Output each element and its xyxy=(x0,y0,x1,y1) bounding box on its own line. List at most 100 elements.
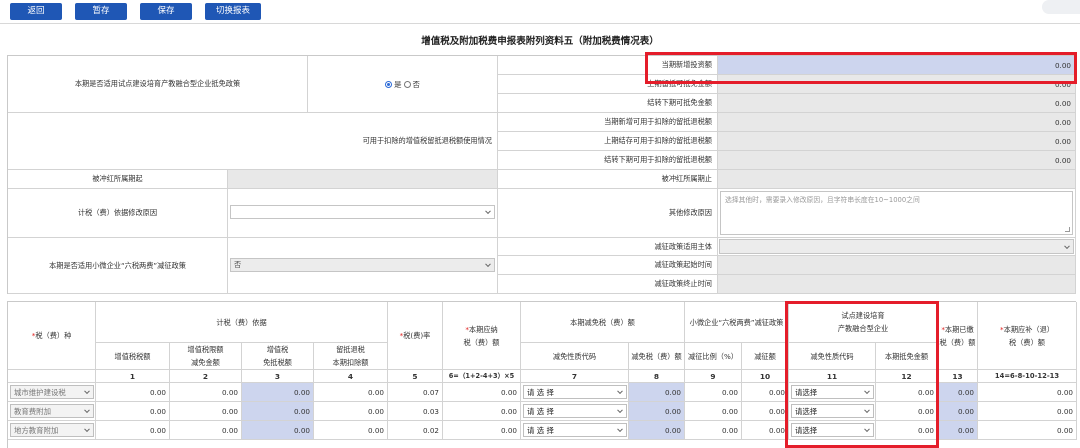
col-reduce-code: 减免性质代码 xyxy=(521,343,629,370)
small-policy-select[interactable]: 否 xyxy=(230,258,495,272)
reduce-code-select[interactable]: 请 选 择 xyxy=(523,423,627,437)
small-policy-cell: 否 xyxy=(228,238,498,294)
highlight-box-invest xyxy=(645,52,1077,84)
reduce-code-select[interactable]: 请 选 择 xyxy=(523,404,627,418)
refund-next-value: 0.00 xyxy=(718,151,1076,170)
reduce-start-label: 减征政策起始时间 xyxy=(498,256,718,275)
num-cell xyxy=(8,370,96,383)
vat-exempt-cell: 0.00 xyxy=(170,383,242,402)
grp-basis: 计税（费）依据 xyxy=(96,302,388,343)
policy-label: 本期是否适用试点建设培育产教融合型企业抵免政策 xyxy=(8,56,308,113)
small-ratio-cell: 0.00 xyxy=(685,402,742,421)
chevron-down-icon xyxy=(485,261,491,268)
reduce-subject-select[interactable] xyxy=(719,239,1074,254)
upper-form: 本期是否适用试点建设培育产教融合型企业抵免政策 是 否 当期新增投资额 0.00… xyxy=(7,55,1076,294)
payable-cell: 0.00 xyxy=(443,421,521,440)
refund-new-value: 0.00 xyxy=(718,113,1076,132)
table-row: 城市维护建设税 xyxy=(8,383,96,402)
reduce-code-select[interactable]: 请 选 择 xyxy=(523,385,627,399)
refund-usage-label: 可用于扣除的增值税留抵退税额使用情况 xyxy=(8,113,498,170)
rate-cell: 0.07 xyxy=(388,383,443,402)
redflush-start-value xyxy=(228,170,498,189)
back-button[interactable]: 返回 xyxy=(10,3,62,20)
supplement-cell: 0.00 xyxy=(978,402,1077,421)
reduce-end-label: 减征政策终止时间 xyxy=(498,275,718,294)
basis-reason-select[interactable] xyxy=(230,205,495,219)
basis-reason-cell xyxy=(228,189,498,238)
vat-free-input[interactable]: 0.00 xyxy=(242,402,314,421)
col-vat-exempt: 增值税限额 减免金额 xyxy=(170,343,242,370)
refund-next-label: 结转下期可用于扣除的留抵退税额 xyxy=(498,151,718,170)
payable-cell: 0.00 xyxy=(443,383,521,402)
col-tax-type: * 税（费）种 xyxy=(8,302,96,370)
redflush-start-label: 被冲红所属期起 xyxy=(8,170,228,189)
vat-free-input[interactable]: 0.00 xyxy=(242,421,314,440)
chevron-down-icon xyxy=(84,388,90,395)
num-cell: 3 xyxy=(242,370,314,383)
chevron-down-icon xyxy=(617,407,623,414)
highlight-box-pilot xyxy=(785,301,939,448)
num-cell: 9 xyxy=(685,370,742,383)
chevron-down-icon xyxy=(84,426,90,433)
reduce-amt-input[interactable]: 0.00 xyxy=(629,383,685,402)
supplement-cell: 0.00 xyxy=(978,421,1077,440)
refund-prev-value: 0.00 xyxy=(718,132,1076,151)
policy-no-label: 否 xyxy=(412,79,420,89)
chevron-down-icon xyxy=(1064,242,1070,249)
switch-report-button[interactable]: 切换报表 xyxy=(205,3,261,20)
col-small-amt: 减征额 xyxy=(742,343,789,370)
col-reduce-amt: 减免税（费）额 xyxy=(629,343,685,370)
policy-yes-radio[interactable] xyxy=(385,80,393,88)
tax-type-select[interactable]: 教育费附加 xyxy=(10,404,94,418)
next-carry-value: 0.00 xyxy=(718,94,1076,113)
refund-deduct-cell: 0.00 xyxy=(314,421,388,440)
other-reason-label: 其他修改原因 xyxy=(498,189,718,238)
reduce-start-value xyxy=(718,256,1076,275)
reduce-amt-input[interactable]: 0.00 xyxy=(629,402,685,421)
grp-reduction: 本期减免税（费）额 xyxy=(521,302,685,343)
reduce-amt-input[interactable]: 0.00 xyxy=(629,421,685,440)
col-small-ratio: 减征比例（%） xyxy=(685,343,742,370)
vat-free-input[interactable]: 0.00 xyxy=(242,383,314,402)
save-draft-button[interactable]: 暂存 xyxy=(75,3,127,20)
col-vat: 增值税税额 xyxy=(96,343,170,370)
num-cell: 1 xyxy=(96,370,170,383)
small-ratio-cell: 0.00 xyxy=(685,383,742,402)
tax-type-select[interactable]: 地方教育附加 xyxy=(10,423,94,437)
small-amt-cell: 0.00 xyxy=(742,421,789,440)
corner-pill xyxy=(1042,0,1080,14)
save-button[interactable]: 保存 xyxy=(140,3,192,20)
col-rate: * 税(费)率 xyxy=(388,302,443,370)
toolbar: 返回 暂存 保存 切换报表 xyxy=(0,0,1080,24)
table-row: 教育费附加 xyxy=(8,402,96,421)
chevron-down-icon xyxy=(485,208,491,215)
small-ratio-cell: 0.00 xyxy=(685,421,742,440)
vat-cell: 0.00 xyxy=(96,421,170,440)
col-vat-free: 增值税 免抵税额 xyxy=(242,343,314,370)
num-cell: 8 xyxy=(629,370,685,383)
rate-cell: 0.03 xyxy=(388,402,443,421)
col-refund-deduct: 留抵退税 本期扣除额 xyxy=(314,343,388,370)
paid-input[interactable]: 0.00 xyxy=(938,402,978,421)
redflush-end-value xyxy=(718,170,1076,189)
page-title: 增值税及附加税费申报表附列资料五（附加税费情况表） xyxy=(421,36,659,47)
num-cell: 7 xyxy=(521,370,629,383)
policy-no-radio[interactable] xyxy=(403,80,411,88)
grp-small: 小微企业“六税两费”减征政策 xyxy=(685,302,789,343)
reduce-subject-label: 减征政策适用主体 xyxy=(498,238,718,256)
num-cell: 4 xyxy=(314,370,388,383)
tax-type-select[interactable]: 城市维护建设税 xyxy=(10,385,94,399)
resize-handle-icon[interactable] xyxy=(1065,227,1070,232)
basis-reason-label: 计税（费）依据修改原因 xyxy=(8,189,228,238)
paid-input[interactable]: 0.00 xyxy=(938,383,978,402)
rate-cell: 0.02 xyxy=(388,421,443,440)
vat-exempt-cell: 0.00 xyxy=(170,421,242,440)
reduce-code-cell: 请 选 择 xyxy=(521,402,629,421)
num-cell: 5 xyxy=(388,370,443,383)
small-amt-cell: 0.00 xyxy=(742,402,789,421)
supplement-cell: 0.00 xyxy=(978,383,1077,402)
other-reason-textarea[interactable]: 选择其他时，需要录入修改原因，且字符串长度在10~1000之间 xyxy=(720,191,1073,235)
reduce-end-value xyxy=(718,275,1076,294)
paid-input[interactable]: 0.00 xyxy=(938,421,978,440)
refund-deduct-cell: 0.00 xyxy=(314,402,388,421)
